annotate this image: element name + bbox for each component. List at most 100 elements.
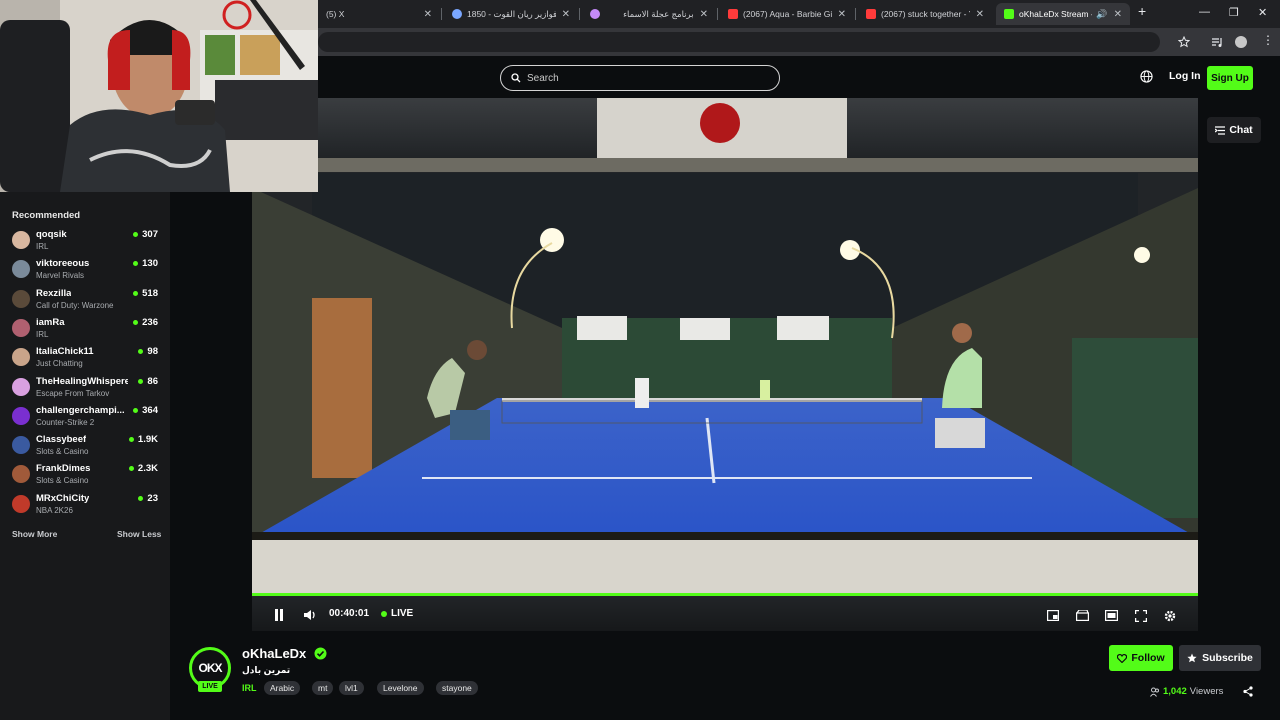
viewer-count: 307: [133, 229, 158, 240]
profile-avatar[interactable]: [1235, 36, 1247, 48]
speaker-icon[interactable]: 🔊: [1096, 9, 1107, 20]
bookmark-star-icon[interactable]: [1178, 36, 1190, 48]
show-less-button[interactable]: Show Less: [117, 529, 161, 539]
sidebar-channel-item[interactable]: Rexzilla Call of Duty: Warzone 518: [0, 285, 170, 314]
channel-name: TheHealingWhisperer: [36, 375, 128, 387]
browser-tab[interactable]: فوازير ريان القوت - 1850 × ✕: [444, 3, 578, 25]
browser-tab[interactable]: (2067) Aqua - Barbie Girl ✕: [720, 3, 854, 25]
restore-icon[interactable]: ❐: [1229, 6, 1239, 19]
volume-icon[interactable]: [303, 609, 316, 621]
channel-name: iamRa: [36, 316, 65, 328]
viewer-number: 130: [142, 258, 158, 270]
viewer-count: 130: [133, 258, 158, 269]
sidebar-channel-item[interactable]: MRxChiCity NBA 2K26 23: [0, 490, 170, 519]
channel-avatar: [12, 318, 30, 337]
channel-category: Call of Duty: Warzone: [36, 300, 114, 310]
close-icon[interactable]: ✕: [1114, 9, 1122, 20]
tab-title: (2067) Aqua - Barbie Girl: [743, 9, 832, 19]
tab-title: (2067) stuck together - Y: [881, 9, 970, 19]
channel-category: Marvel Rivals: [36, 271, 85, 281]
browser-tab[interactable]: برنامج عجلة الاسماء ✕: [582, 3, 716, 25]
search-input[interactable]: Search: [500, 65, 780, 91]
live-badge: LIVE: [198, 681, 222, 692]
minimize-icon[interactable]: —: [1199, 6, 1210, 18]
site-header: Search Log In Sign Up: [318, 56, 1280, 98]
video-frame: [252, 98, 1198, 631]
language-globe-icon[interactable]: [1140, 70, 1153, 83]
clip-icon[interactable]: [1076, 610, 1089, 621]
webcam-overlay: [0, 0, 318, 192]
search-placeholder: Search: [527, 72, 559, 84]
star-icon: [1187, 653, 1197, 663]
settings-gear-icon[interactable]: [1164, 610, 1176, 622]
login-button[interactable]: Log In: [1169, 70, 1201, 82]
channel-name: FrankDimes: [36, 463, 91, 475]
media-controls-icon[interactable]: [1211, 36, 1223, 48]
live-dot-icon: [138, 378, 144, 384]
sidebar-channel-item[interactable]: ItaliaChick11 Just Chatting 98: [0, 343, 170, 372]
follow-button[interactable]: Follow: [1109, 645, 1173, 671]
viewer-number: 1.9K: [137, 434, 158, 446]
close-icon[interactable]: ✕: [700, 9, 708, 20]
viewer-number: 98: [147, 346, 158, 358]
browser-tab-active[interactable]: oKhaLeDx Stream - W 🔊 ✕: [996, 3, 1130, 25]
live-dot-icon: [133, 407, 139, 413]
sidebar-channel-item[interactable]: challengerchampi... Counter-Strike 2 364: [0, 402, 170, 431]
channel-avatar: [12, 377, 30, 396]
globe-icon: [452, 9, 462, 19]
live-indicator: LIVE: [381, 608, 413, 619]
tab-title: oKhaLeDx Stream - W: [1019, 9, 1092, 19]
stream-tag[interactable]: stayone: [436, 681, 478, 695]
mini-player-icon[interactable]: [1047, 610, 1059, 621]
sidebar-channel-item[interactable]: viktoreeous Marvel Rivals 130: [0, 255, 170, 284]
stream-category[interactable]: IRL: [242, 683, 257, 693]
channel-avatar: [12, 406, 30, 425]
live-dot-icon: [133, 290, 139, 296]
live-dot-icon: [133, 261, 139, 267]
sidebar: Recommended qoqsik IRL 307 viktoreeous Marve…: [0, 192, 170, 720]
channel-category: IRL: [36, 329, 49, 339]
viewer-number: 518: [142, 287, 158, 299]
channel-avatar-logo: OKX: [198, 661, 222, 675]
channel-name: MRxChiCity: [36, 492, 90, 504]
close-icon[interactable]: ✕: [562, 9, 570, 20]
viewer-count: 2.3K: [128, 463, 158, 474]
stream-tag[interactable]: lvl1: [339, 681, 364, 695]
tab-title: فوازير ريان القوت - 1850 ×: [467, 8, 556, 19]
signup-button[interactable]: Sign Up: [1207, 66, 1253, 90]
browser-tab[interactable]: (2067) stuck together - Y ✕: [858, 3, 992, 25]
pause-icon[interactable]: [274, 609, 284, 621]
video-player[interactable]: 00:40:01 LIVE: [252, 98, 1198, 631]
show-more-button[interactable]: Show More: [12, 529, 57, 539]
share-icon[interactable]: [1243, 686, 1253, 697]
sidebar-channel-item[interactable]: iamRa IRL 236: [0, 314, 170, 343]
address-bar[interactable]: [318, 32, 1160, 52]
subscribe-button[interactable]: Subscribe: [1179, 645, 1261, 671]
progress-bar[interactable]: [252, 593, 1198, 596]
fullscreen-icon[interactable]: [1135, 610, 1147, 622]
sidebar-channel-item[interactable]: TheHealingWhisperer Escape From Tarkov 86: [0, 373, 170, 402]
channel-avatar: [12, 289, 30, 308]
new-tab-button[interactable]: +: [1138, 3, 1146, 19]
chat-toggle-button[interactable]: Chat: [1207, 117, 1261, 143]
live-dot-icon: [133, 319, 139, 325]
sidebar-channel-item[interactable]: qoqsik IRL 307: [0, 226, 170, 255]
sidebar-channel-item[interactable]: FrankDimes Slots & Casino 2.3K: [0, 460, 170, 489]
close-window-icon[interactable]: ✕: [1258, 6, 1267, 19]
viewer-count: 98: [138, 346, 158, 357]
channel-name[interactable]: oKhaLeDx: [242, 646, 306, 661]
viewer-number: 236: [142, 316, 158, 328]
stream-tag[interactable]: Arabic: [264, 681, 301, 695]
close-icon[interactable]: ✕: [424, 9, 432, 20]
viewer-count: 236: [133, 317, 158, 328]
stream-tag[interactable]: mt: [312, 681, 334, 695]
stream-tag[interactable]: Levelone: [377, 681, 424, 695]
close-icon[interactable]: ✕: [838, 9, 846, 20]
browser-tab[interactable]: (5) X ✕: [318, 3, 440, 25]
channel-category: Counter-Strike 2: [36, 417, 95, 427]
channel-name: qoqsik: [36, 229, 67, 240]
close-icon[interactable]: ✕: [976, 9, 984, 20]
sidebar-channel-item[interactable]: Classybeef Slots & Casino 1.9K: [0, 431, 170, 460]
more-menu-icon[interactable]: ⋮: [1262, 33, 1274, 47]
theater-mode-icon[interactable]: [1105, 610, 1118, 621]
